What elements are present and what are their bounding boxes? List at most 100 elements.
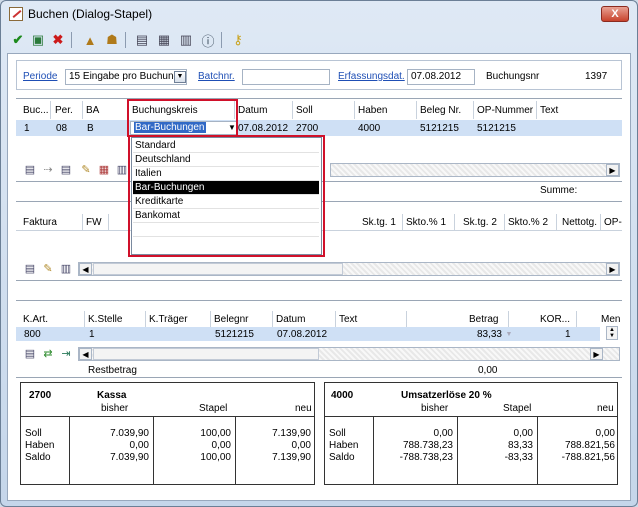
cell-datum: 07.08.2012 bbox=[277, 329, 328, 340]
col-men[interactable]: Men bbox=[601, 314, 620, 325]
scroll-right-button[interactable]: ▶ bbox=[606, 164, 619, 176]
window-title: Buchen (Dialog-Stapel) bbox=[28, 7, 153, 21]
col-fw[interactable]: FW bbox=[86, 217, 102, 228]
chevron-down-icon[interactable]: ▼ bbox=[502, 329, 516, 341]
chevron-down-icon[interactable]: ▼ bbox=[174, 71, 186, 83]
col-nettotg[interactable]: Nettotg. bbox=[562, 217, 597, 228]
stapel-soll: 100,00 bbox=[200, 428, 231, 439]
transfer-icon[interactable]: ⇄ bbox=[41, 348, 55, 360]
bisher-saldo: -788.738,23 bbox=[399, 452, 453, 463]
batch-input[interactable] bbox=[242, 69, 330, 85]
horizontal-scrollbar[interactable]: ▶ bbox=[330, 163, 620, 177]
copy-row-icon[interactable]: ▤ bbox=[59, 164, 73, 176]
insert-row-icon[interactable]: ⇢ bbox=[41, 164, 55, 176]
stamp-user-icon[interactable]: ☗ bbox=[103, 31, 121, 49]
label-soll: Soll bbox=[25, 428, 42, 439]
cell-kstelle: 1 bbox=[89, 329, 95, 340]
info-icon[interactable]: ⓘ bbox=[199, 31, 217, 49]
add-row-icon[interactable]: ▤ bbox=[23, 348, 37, 360]
grid-icon[interactable]: ▥ bbox=[59, 263, 73, 275]
calendar-icon[interactable]: ▦ bbox=[97, 164, 111, 176]
close-button[interactable]: X bbox=[601, 6, 629, 22]
grid-icon[interactable]: ▦ bbox=[155, 31, 173, 49]
col-sep bbox=[537, 416, 538, 485]
col-beleg[interactable]: Beleg Nr. bbox=[420, 105, 461, 116]
scroll-thumb[interactable] bbox=[93, 263, 343, 275]
col-skto2[interactable]: Skto.% 2 bbox=[508, 217, 548, 228]
col-kart[interactable]: K.Art. bbox=[23, 314, 48, 325]
scroll-right-button[interactable]: ▶ bbox=[590, 348, 603, 360]
bisher-saldo: 7.039,90 bbox=[110, 452, 149, 463]
col-neu: neu bbox=[295, 403, 312, 414]
col-belegnr[interactable]: Belegnr bbox=[214, 314, 248, 325]
divider bbox=[21, 416, 314, 417]
neu-haben: 0,00 bbox=[291, 440, 311, 451]
title-bar[interactable]: Buchen (Dialog-Stapel) X bbox=[1, 1, 637, 27]
form-icon[interactable]: ▤ bbox=[133, 31, 151, 49]
add-row-icon[interactable]: ▤ bbox=[23, 164, 37, 176]
key-icon[interactable]: ⚷ bbox=[229, 31, 247, 49]
table-row[interactable] bbox=[16, 120, 622, 136]
insert-row-icon[interactable]: ⇥ bbox=[59, 348, 73, 360]
cell-buc: 1 bbox=[24, 123, 30, 134]
col-sep bbox=[82, 214, 83, 230]
horizontal-scrollbar[interactable]: ◀ ▶ bbox=[78, 347, 620, 361]
list-icon[interactable]: ▥ bbox=[177, 31, 195, 49]
scroll-left-button[interactable]: ◀ bbox=[79, 348, 92, 360]
toolbar-separator bbox=[125, 32, 126, 48]
stamp-icon[interactable]: ▲ bbox=[81, 31, 99, 49]
cell-kart: 800 bbox=[24, 329, 41, 340]
col-haben[interactable]: Haben bbox=[358, 105, 387, 116]
scroll-thumb[interactable] bbox=[93, 348, 319, 360]
col-text[interactable]: Text bbox=[339, 314, 357, 325]
col-sep bbox=[84, 311, 85, 327]
scroll-right-button[interactable]: ▶ bbox=[606, 263, 619, 275]
col-buc[interactable]: Buc... bbox=[23, 105, 49, 116]
col-per[interactable]: Per. bbox=[55, 105, 73, 116]
add-row-icon[interactable]: ▤ bbox=[23, 263, 37, 275]
bisher-soll: 7.039,90 bbox=[110, 428, 149, 439]
col-datum[interactable]: Datum bbox=[276, 314, 305, 325]
edit-icon[interactable]: ✎ bbox=[79, 164, 93, 176]
col-sep bbox=[210, 311, 211, 327]
col-bisher: bisher bbox=[421, 403, 449, 414]
col-op2[interactable]: OP- bbox=[604, 217, 622, 228]
col-faktura[interactable]: Faktura bbox=[23, 217, 57, 228]
col-skto1[interactable]: Skto.% 1 bbox=[406, 217, 446, 228]
col-betrag[interactable]: Betrag bbox=[469, 314, 498, 325]
scroll-left-button[interactable]: ◀ bbox=[79, 263, 92, 275]
edit-icon[interactable]: ✎ bbox=[41, 263, 55, 275]
grid-icon[interactable]: ▥ bbox=[115, 164, 129, 176]
delete-icon[interactable]: ✖ bbox=[49, 31, 67, 49]
col-kor[interactable]: KOR... bbox=[540, 314, 570, 325]
col-sktg2[interactable]: Sk.tg. 2 bbox=[463, 217, 497, 228]
divider bbox=[16, 377, 622, 378]
erfassung-input[interactable]: 07.08.2012 bbox=[407, 69, 475, 85]
import-icon[interactable]: ▣ bbox=[29, 31, 47, 49]
check-icon[interactable]: ✔ bbox=[9, 31, 27, 49]
horizontal-scrollbar[interactable]: ◀ ▶ bbox=[78, 262, 620, 276]
cell-ba: B bbox=[87, 123, 94, 134]
erfassung-label[interactable]: Erfassungsdat. bbox=[338, 71, 405, 82]
buchungsnr-value: 1397 bbox=[585, 71, 608, 82]
col-sep bbox=[504, 214, 505, 230]
toolbar-separator bbox=[71, 32, 72, 48]
batch-label[interactable]: Batchnr. bbox=[198, 71, 235, 82]
col-op[interactable]: OP-Nummer bbox=[477, 105, 533, 116]
row-spinner[interactable]: ▲ ▼ bbox=[606, 326, 618, 340]
col-ktraeger[interactable]: K.Träger bbox=[149, 314, 188, 325]
col-text[interactable]: Text bbox=[540, 105, 558, 116]
col-kstelle[interactable]: K.Stelle bbox=[88, 314, 122, 325]
col-ba[interactable]: BA bbox=[86, 105, 99, 116]
stapel-haben: 0,00 bbox=[211, 440, 231, 451]
periode-label[interactable]: Periode bbox=[23, 71, 57, 82]
cell-soll: 2700 bbox=[296, 123, 319, 134]
periode-select[interactable]: 15 Eingabe pro Buchung bbox=[65, 69, 187, 85]
col-sep bbox=[600, 214, 601, 230]
col-soll[interactable]: Soll bbox=[296, 105, 313, 116]
label-haben: Haben bbox=[329, 440, 359, 451]
bisher-haben: 0,00 bbox=[129, 440, 149, 451]
col-datum[interactable]: Datum bbox=[238, 105, 267, 116]
col-sktg1[interactable]: Sk.tg. 1 bbox=[362, 217, 396, 228]
highlight-box bbox=[127, 99, 238, 137]
